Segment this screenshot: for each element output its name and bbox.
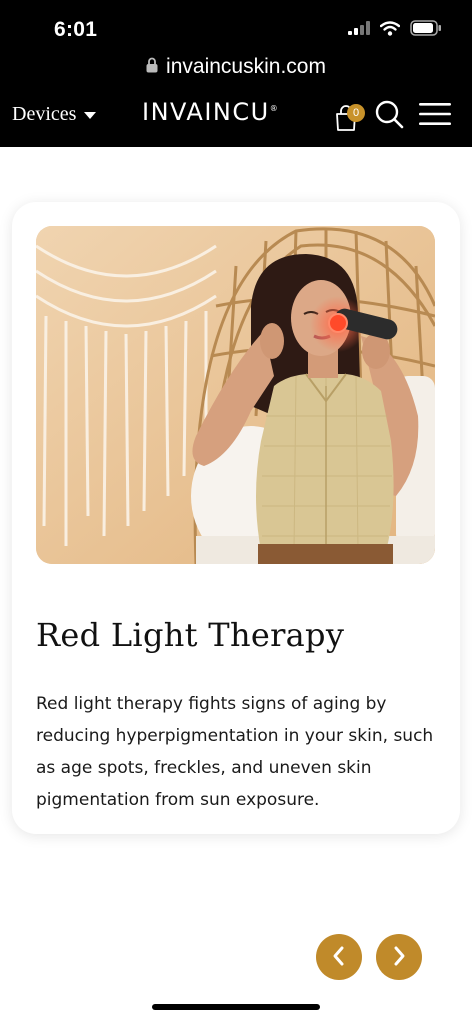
cart-button[interactable]: 0 <box>334 102 365 132</box>
search-icon[interactable] <box>374 99 404 134</box>
product-photo <box>36 226 435 564</box>
signal-icon <box>348 21 370 40</box>
browser-url-bar[interactable]: invaincuskin.com <box>0 48 472 86</box>
status-icons <box>348 20 442 41</box>
next-slide-button[interactable] <box>376 934 422 980</box>
registered-mark: ® <box>269 104 280 113</box>
chevron-right-icon <box>390 945 408 970</box>
card-description: Red light therapy fights signs of aging … <box>36 694 434 810</box>
cart-count-badge: 0 <box>347 103 365 122</box>
lock-icon <box>146 55 158 79</box>
status-bar: 6:01 <box>0 0 472 48</box>
header-actions: 0 <box>334 99 452 134</box>
chevron-down-icon <box>84 103 97 126</box>
devices-menu[interactable]: Devices <box>12 103 97 126</box>
menu-icon[interactable] <box>418 101 452 132</box>
wifi-icon <box>379 20 401 41</box>
card-title: Red Light Therapy <box>36 616 345 654</box>
site-header: Devices INVAINCU® 0 <box>0 86 472 147</box>
chevron-left-icon <box>330 945 348 970</box>
product-card: Red Light Therapy Red light therapy figh… <box>12 202 460 834</box>
site-logo[interactable]: INVAINCU® <box>142 98 279 126</box>
devices-menu-label: Devices <box>12 103 77 125</box>
logo-text: INVAINCU <box>142 98 270 126</box>
status-time: 6:01 <box>54 18 98 41</box>
battery-icon <box>410 20 442 41</box>
home-indicator[interactable] <box>152 1004 320 1010</box>
url-text: invaincuskin.com <box>166 55 326 78</box>
previous-slide-button[interactable] <box>316 934 362 980</box>
